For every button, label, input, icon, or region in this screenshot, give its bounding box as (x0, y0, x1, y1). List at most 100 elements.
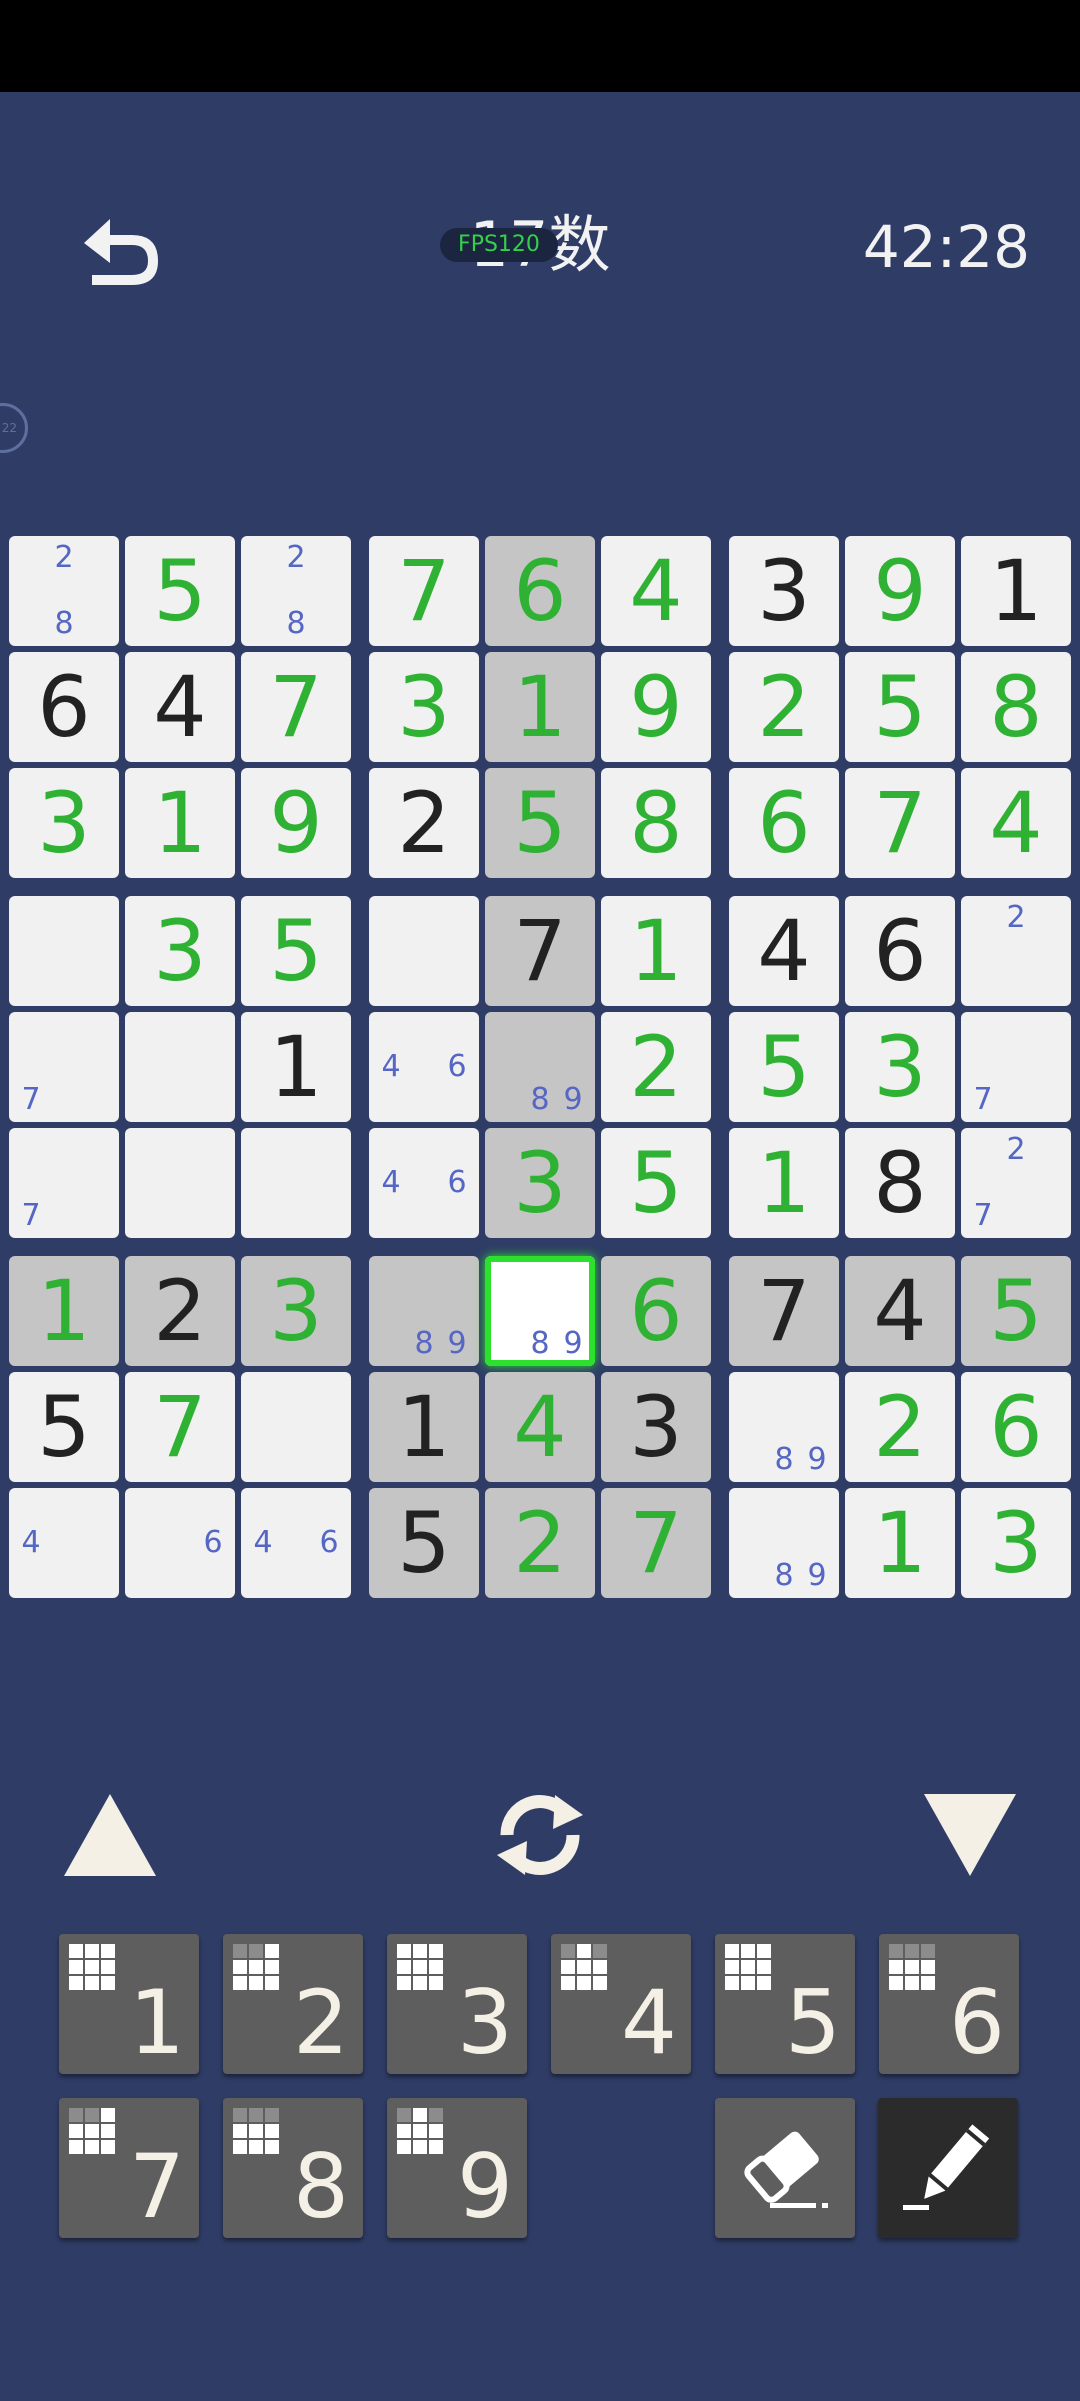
sudoku-cell[interactable]: 28 (241, 536, 351, 646)
sudoku-cell[interactable]: 4 (961, 768, 1071, 878)
sudoku-cell[interactable]: 89 (485, 1012, 595, 1122)
sudoku-cell[interactable] (125, 1128, 235, 1238)
sudoku-cell[interactable]: 2 (485, 1488, 595, 1598)
pencil-notes-button[interactable] (878, 2098, 1018, 2238)
number-key-5[interactable]: 5 (715, 1934, 855, 2074)
sudoku-cell[interactable]: 7 (729, 1256, 839, 1366)
triangle-down-icon[interactable] (920, 1790, 1020, 1880)
sudoku-cell[interactable]: 3 (845, 1012, 955, 1122)
sudoku-cell[interactable]: 46 (241, 1488, 351, 1598)
sudoku-cell[interactable]: 2 (729, 652, 839, 762)
sudoku-cell[interactable]: 3 (241, 1256, 351, 1366)
sudoku-cell[interactable]: 6 (125, 1488, 235, 1598)
sudoku-cell[interactable]: 3 (369, 652, 479, 762)
sudoku-cell[interactable]: 5 (125, 536, 235, 646)
sudoku-cell[interactable]: 3 (125, 896, 235, 1006)
sudoku-cell[interactable]: 89 (729, 1488, 839, 1598)
sudoku-cell[interactable]: 9 (845, 536, 955, 646)
number-key-8[interactable]: 8 (223, 2098, 363, 2238)
sudoku-cell[interactable] (369, 896, 479, 1006)
entered-digit: 5 (269, 902, 323, 1000)
sudoku-cell[interactable]: 46 (369, 1128, 479, 1238)
sudoku-cell[interactable]: 5 (601, 1128, 711, 1238)
sudoku-cell[interactable]: 7 (241, 652, 351, 762)
sudoku-cell[interactable]: 2 (845, 1372, 955, 1482)
sudoku-cell[interactable]: 5 (845, 652, 955, 762)
sudoku-cell[interactable]: 6 (485, 536, 595, 646)
sudoku-cell[interactable]: 1 (485, 652, 595, 762)
sudoku-cell[interactable]: 7 (9, 1128, 119, 1238)
refresh-icon[interactable] (485, 1785, 595, 1885)
triangle-up-icon[interactable] (60, 1790, 160, 1880)
sudoku-cell[interactable]: 5 (369, 1488, 479, 1598)
sudoku-cell[interactable]: 1 (729, 1128, 839, 1238)
sudoku-cell[interactable] (125, 1012, 235, 1122)
sudoku-cell[interactable]: 9 (601, 652, 711, 762)
sudoku-cell[interactable]: 7 (845, 768, 955, 878)
sudoku-cell[interactable] (241, 1128, 351, 1238)
sudoku-cell[interactable]: 27 (961, 1128, 1071, 1238)
sudoku-cell[interactable]: 6 (9, 652, 119, 762)
sudoku-cell[interactable]: 7 (9, 1012, 119, 1122)
eraser-button[interactable] (715, 2098, 855, 2238)
sudoku-cell[interactable] (9, 896, 119, 1006)
back-arrow-icon[interactable] (70, 205, 170, 295)
sudoku-cell[interactable]: 3 (601, 1372, 711, 1482)
sudoku-cell[interactable]: 2 (601, 1012, 711, 1122)
sudoku-cell[interactable]: 4 (845, 1256, 955, 1366)
sudoku-cell[interactable]: 5 (729, 1012, 839, 1122)
sudoku-cell[interactable]: 6 (601, 1256, 711, 1366)
sudoku-cell[interactable]: 4 (125, 652, 235, 762)
sudoku-cell[interactable]: 2 (369, 768, 479, 878)
sudoku-cell[interactable]: 7 (601, 1488, 711, 1598)
sudoku-cell[interactable]: 1 (369, 1372, 479, 1482)
number-key-7[interactable]: 7 (59, 2098, 199, 2238)
sudoku-cell[interactable]: 3 (9, 768, 119, 878)
sudoku-cell[interactable]: 46 (369, 1012, 479, 1122)
pencil-note: 8 (286, 606, 306, 641)
sudoku-cell[interactable]: 4 (485, 1372, 595, 1482)
sudoku-cell[interactable]: 4 (9, 1488, 119, 1598)
sudoku-cell[interactable]: 6 (961, 1372, 1071, 1482)
number-key-1[interactable]: 1 (59, 1934, 199, 2074)
number-key-9[interactable]: 9 (387, 2098, 527, 2238)
entered-digit: 7 (397, 542, 451, 640)
sudoku-cell[interactable]: 1 (601, 896, 711, 1006)
sudoku-cell[interactable]: 7 (125, 1372, 235, 1482)
sudoku-cell[interactable]: 7 (369, 536, 479, 646)
sudoku-cell[interactable]: 1 (961, 536, 1071, 646)
sudoku-cell[interactable]: 7 (485, 896, 595, 1006)
sudoku-cell[interactable]: 3 (485, 1128, 595, 1238)
sudoku-cell[interactable]: 1 (845, 1488, 955, 1598)
number-key-4[interactable]: 4 (551, 1934, 691, 2074)
sudoku-cell[interactable]: 6 (845, 896, 955, 1006)
sudoku-cell[interactable]: 8 (601, 768, 711, 878)
sudoku-cell[interactable]: 28 (9, 536, 119, 646)
sudoku-cell[interactable]: 1 (241, 1012, 351, 1122)
sudoku-cell[interactable]: 2 (961, 896, 1071, 1006)
sudoku-cell[interactable]: 5 (9, 1372, 119, 1482)
floating-bubble[interactable]: 22 (0, 403, 28, 453)
sudoku-cell[interactable]: 5 (241, 896, 351, 1006)
number-key-6[interactable]: 6 (879, 1934, 1019, 2074)
sudoku-cell[interactable]: 9 (241, 768, 351, 878)
sudoku-cell[interactable]: 1 (125, 768, 235, 878)
number-key-3[interactable]: 3 (387, 1934, 527, 2074)
sudoku-cell[interactable] (241, 1372, 351, 1482)
sudoku-cell[interactable]: 2 (125, 1256, 235, 1366)
sudoku-cell[interactable]: 1 (9, 1256, 119, 1366)
sudoku-cell[interactable]: 89 (729, 1372, 839, 1482)
sudoku-cell[interactable]: 8 (961, 652, 1071, 762)
sudoku-cell[interactable]: 5 (485, 768, 595, 878)
sudoku-cell[interactable]: 89 (485, 1256, 595, 1366)
sudoku-cell[interactable]: 3 (961, 1488, 1071, 1598)
sudoku-cell[interactable]: 89 (369, 1256, 479, 1366)
sudoku-cell[interactable]: 3 (729, 536, 839, 646)
sudoku-cell[interactable]: 4 (729, 896, 839, 1006)
sudoku-cell[interactable]: 6 (729, 768, 839, 878)
sudoku-cell[interactable]: 4 (601, 536, 711, 646)
sudoku-cell[interactable]: 8 (845, 1128, 955, 1238)
sudoku-cell[interactable]: 7 (961, 1012, 1071, 1122)
number-key-2[interactable]: 2 (223, 1934, 363, 2074)
sudoku-cell[interactable]: 5 (961, 1256, 1071, 1366)
